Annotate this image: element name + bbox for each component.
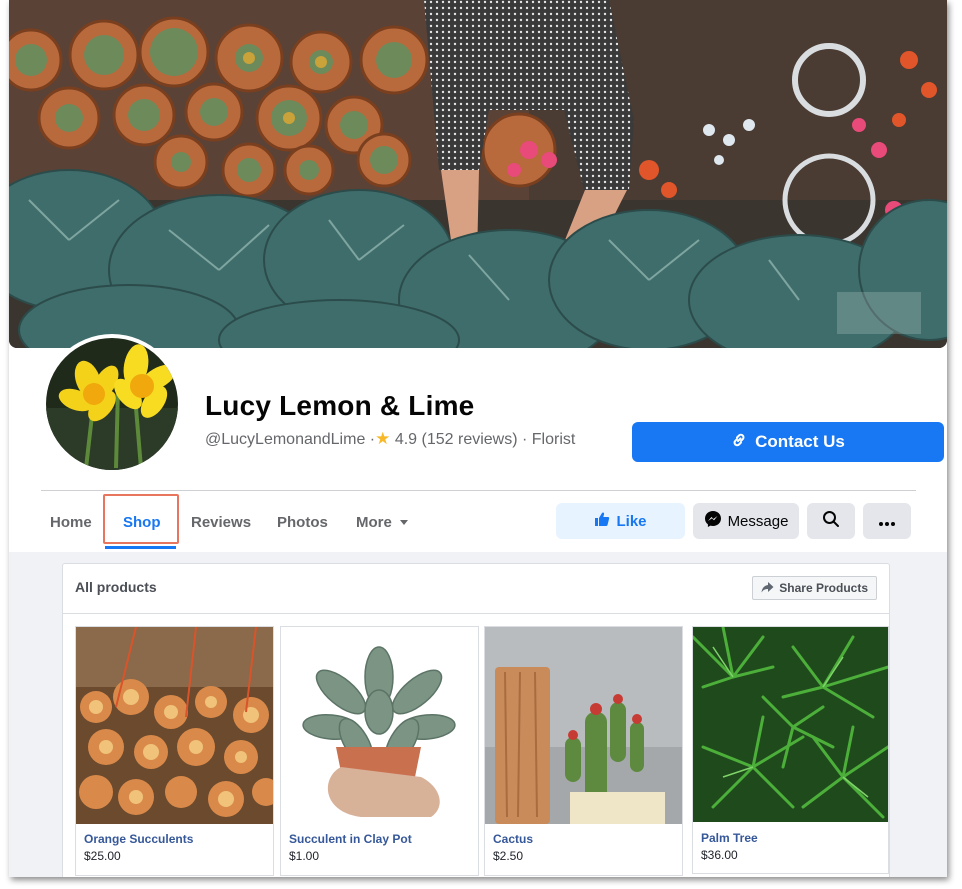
share-products-label: Share Products (779, 581, 868, 595)
link-icon (731, 432, 747, 453)
like-label: Like (616, 512, 647, 530)
shop-card: All products Share Products Orange Succu… (62, 563, 890, 877)
caret-down-icon (399, 514, 409, 531)
product-card[interactable]: Succulent in Clay Pot $1.00 (280, 626, 479, 876)
header-divider (41, 490, 916, 491)
tab-photos[interactable]: Photos (277, 503, 328, 541)
product-card[interactable]: Cactus $2.50 (484, 626, 683, 876)
star-icon: ★ (375, 429, 391, 448)
product-image-palm-tree (693, 627, 888, 822)
product-image-orange-succulents (76, 627, 273, 824)
tab-more[interactable]: More (356, 503, 409, 541)
product-price: $25.00 (84, 849, 121, 863)
facebook-page-window: Lucy Lemon & Lime @LucyLemonandLime · ★ 4… (9, 0, 947, 877)
product-name[interactable]: Orange Succulents (84, 832, 193, 846)
search-button[interactable] (807, 503, 855, 539)
tab-label: Reviews (191, 513, 252, 531)
contact-us-button[interactable]: Contact Us (632, 422, 944, 462)
tab-home[interactable]: Home (50, 503, 92, 541)
product-name[interactable]: Cactus (493, 832, 533, 846)
product-card[interactable]: Orange Succulents $25.00 (75, 626, 274, 876)
search-icon (822, 510, 840, 532)
product-price: $1.00 (289, 849, 320, 863)
page-handle: @LucyLemonandLime (205, 431, 366, 448)
product-image-succulent-clay-pot (281, 627, 478, 824)
contact-us-label: Contact Us (755, 432, 845, 451)
ellipsis-icon (879, 513, 895, 530)
more-options-button[interactable] (863, 503, 911, 539)
cover-photo[interactable] (9, 0, 947, 348)
page-title: Lucy Lemon & Lime (205, 390, 475, 421)
product-price: $2.50 (493, 849, 524, 863)
product-image-cactus (485, 627, 682, 824)
meta-separator: · (522, 431, 528, 448)
share-arrow-icon (761, 581, 774, 596)
tab-label: More (356, 513, 392, 531)
tab-label: Photos (277, 513, 328, 531)
message-button[interactable]: Message (693, 503, 799, 539)
product-name[interactable]: Palm Tree (701, 831, 758, 845)
page-meta: @LucyLemonandLime ·★ 4.9 (152 reviews) ·… (205, 429, 575, 449)
annotation-highlight-box (103, 494, 179, 544)
product-name[interactable]: Succulent in Clay Pot (289, 832, 412, 846)
shop-title: All products (75, 579, 157, 595)
tab-reviews[interactable]: Reviews (191, 503, 251, 541)
share-products-button[interactable]: Share Products (752, 576, 877, 600)
page-category[interactable]: Florist (532, 431, 576, 448)
profile-picture[interactable] (42, 334, 182, 474)
thumbs-up-icon (594, 511, 610, 531)
like-button[interactable]: Like (556, 503, 685, 539)
messenger-icon (704, 510, 722, 532)
message-label: Message (727, 512, 789, 530)
rating-text[interactable]: 4.9 (152 reviews) (395, 431, 518, 448)
tab-label: Home (50, 513, 92, 531)
shop-header: All products Share Products (63, 564, 889, 614)
product-price: $36.00 (701, 848, 738, 862)
product-card[interactable]: Palm Tree $36.00 (692, 626, 889, 874)
active-tab-indicator (105, 546, 176, 549)
